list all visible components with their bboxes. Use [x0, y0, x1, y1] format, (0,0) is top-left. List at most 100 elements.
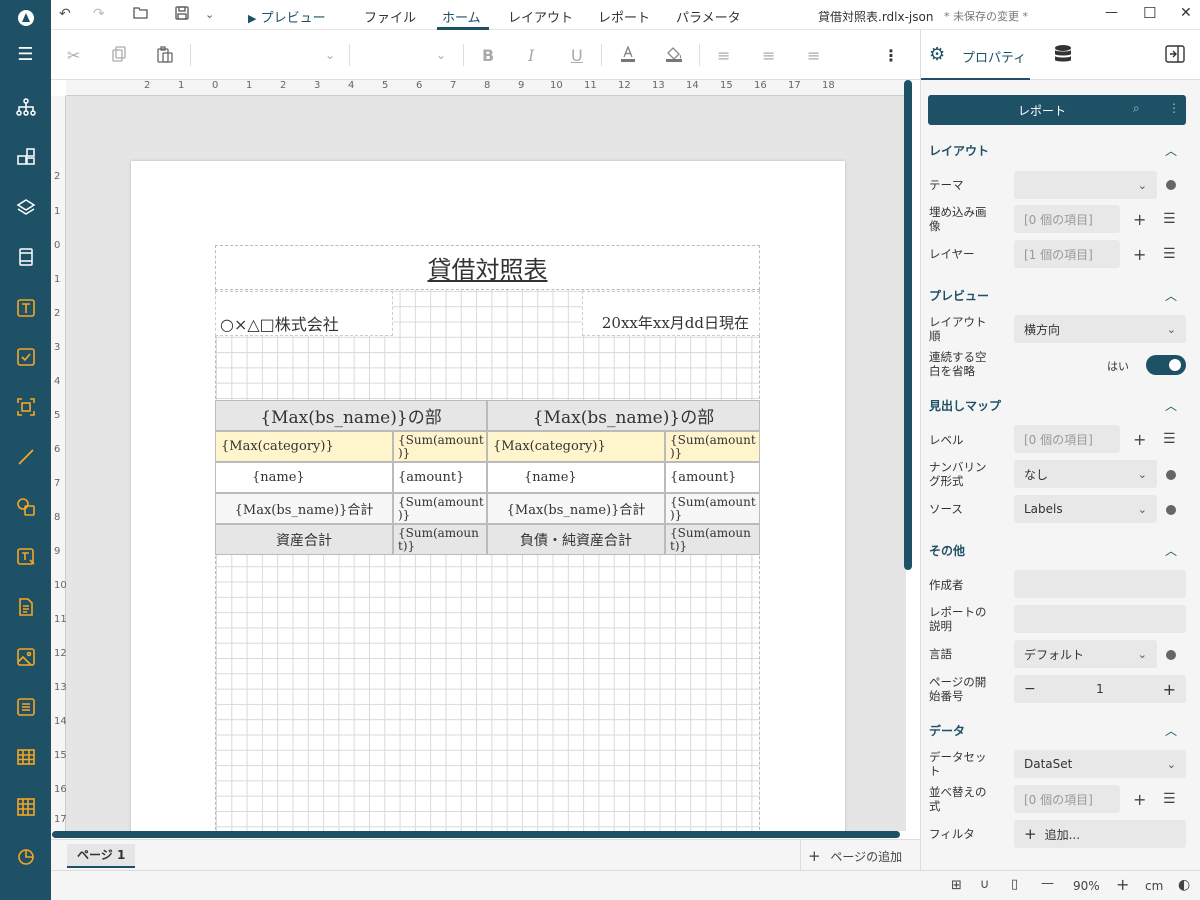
filter-add-button[interactable]: + 追加... [1014, 820, 1186, 848]
description-field[interactable] [1014, 605, 1186, 633]
shape-select-icon[interactable] [12, 393, 39, 420]
database-icon[interactable] [1054, 44, 1072, 67]
menu-file[interactable]: ファイル [364, 7, 416, 26]
page-icon[interactable] [12, 243, 39, 270]
font-color-icon[interactable] [620, 45, 636, 67]
kebab-menu-icon[interactable]: ⋮ [1168, 101, 1180, 115]
name-right-cell[interactable]: {name} [487, 462, 665, 493]
amount-right-cell[interactable]: {amount} [665, 462, 760, 493]
list-icon[interactable] [12, 693, 39, 720]
add-icon[interactable]: + [1133, 210, 1146, 229]
checkbox-icon[interactable] [12, 343, 39, 370]
input-field-icon[interactable] [12, 543, 39, 570]
menu-home[interactable]: ホーム [442, 7, 481, 26]
hierarchy-icon[interactable] [12, 93, 39, 120]
ruler-toggle-icon[interactable]: ▯ [1011, 877, 1018, 892]
source-select[interactable]: Labels ⌄ [1014, 495, 1157, 523]
italic-icon[interactable]: I [528, 46, 534, 65]
header-right-cell[interactable]: {Max(bs_name)}の部 [487, 400, 760, 431]
richtext-icon[interactable] [12, 593, 39, 620]
total-right-cell[interactable]: 負債・純資産合計 [487, 524, 665, 555]
section-layout-title[interactable]: レイアウト [929, 142, 989, 159]
company-textbox[interactable]: ○×△□株式会社 [215, 291, 393, 336]
font-size-dropdown-icon[interactable]: ⌄ [436, 48, 446, 62]
paste-icon[interactable] [157, 46, 173, 67]
chevron-up-icon[interactable]: ︿ [1165, 397, 1177, 414]
sum-right-cell[interactable]: {Sum(amount)} [665, 431, 760, 462]
chevron-up-icon[interactable]: ︿ [1165, 542, 1177, 559]
save-icon[interactable] [175, 6, 189, 24]
cut-icon[interactable]: ✂ [67, 46, 80, 65]
grid-icon[interactable]: ⊞ [951, 878, 962, 893]
unit-label[interactable]: cm [1145, 879, 1163, 893]
redo-icon[interactable]: ↷ [93, 6, 105, 22]
numbering-select[interactable]: なし ⌄ [1014, 460, 1157, 488]
snap-icon[interactable]: ∪ [980, 877, 990, 892]
layout-order-select[interactable]: 横方向 ⌄ [1014, 315, 1186, 343]
embedded-images-field[interactable]: [0 個の項目] [1014, 205, 1120, 233]
add-icon[interactable]: + [1133, 245, 1146, 264]
theme-reset-dot[interactable] [1166, 180, 1176, 190]
totsum-right-cell[interactable]: {Sum(amoun t)} [665, 524, 760, 555]
preview-button[interactable]: ▶ プレビュー [248, 7, 326, 26]
source-reset-dot[interactable] [1166, 505, 1176, 515]
open-folder-icon[interactable] [133, 6, 148, 23]
chevron-up-icon[interactable]: ︿ [1165, 142, 1177, 159]
numbering-reset-dot[interactable] [1166, 470, 1176, 480]
start-page-stepper[interactable]: − 1 + [1014, 675, 1186, 703]
author-field[interactable] [1014, 570, 1186, 598]
amount-left-cell[interactable]: {amount} [393, 462, 487, 493]
save-dropdown-icon[interactable]: ⌄ [205, 8, 214, 21]
layers-field[interactable]: [1 個の項目] [1014, 240, 1120, 268]
components-icon[interactable] [12, 143, 39, 170]
category-right-cell[interactable]: {Max(category)} [487, 431, 665, 462]
minimize-button[interactable]: — [1105, 5, 1118, 20]
align-left-icon[interactable]: ≡ [717, 46, 730, 65]
increment-icon[interactable]: + [1163, 680, 1176, 699]
theme-select[interactable]: ⌄ [1014, 171, 1157, 199]
theme-toggle-icon[interactable]: ◐ [1178, 877, 1190, 893]
line-icon[interactable] [12, 443, 39, 470]
level-field[interactable]: [0 個の項目] [1014, 425, 1120, 453]
shapes-icon[interactable] [12, 493, 39, 520]
total-left-cell[interactable]: 資産合計 [215, 524, 393, 555]
report-page[interactable]: 貸借対照表 ○×△□株式会社 20xx年xx月dd日現在 {Max(bs_nam… [131, 161, 845, 831]
page-tab-1[interactable]: ページ 1 [67, 844, 136, 868]
chart-icon[interactable] [12, 843, 39, 870]
collapse-whitespace-toggle[interactable] [1146, 355, 1186, 375]
header-left-cell[interactable]: {Max(bs_name)}の部 [215, 400, 487, 431]
subtotal-right-cell[interactable]: {Max(bs_name)}合計 [487, 493, 665, 524]
chevron-up-icon[interactable]: ︿ [1165, 722, 1177, 739]
list-edit-icon[interactable]: ☰ [1163, 791, 1176, 807]
add-page-button[interactable]: + ページの追加 [808, 847, 902, 865]
align-center-icon[interactable]: ≡ [762, 46, 775, 65]
design-canvas[interactable]: 貸借対照表 ○×△□株式会社 20xx年xx月dd日現在 {Max(bs_nam… [66, 96, 906, 831]
bold-icon[interactable]: B [482, 46, 494, 65]
totsum-left-cell[interactable]: {Sum(amoun t)} [393, 524, 487, 555]
fill-color-icon[interactable] [665, 46, 683, 67]
more-options-icon[interactable]: ⋮ [883, 46, 899, 65]
menu-layout[interactable]: レイアウト [508, 7, 573, 26]
sort-expr-field[interactable]: [0 個の項目] [1014, 785, 1120, 813]
section-docmap-title[interactable]: 見出しマップ [929, 397, 1001, 414]
report-title-textbox[interactable]: 貸借対照表 [215, 245, 760, 290]
subtotal-left-cell[interactable]: {Max(bs_name)}合計 [215, 493, 393, 524]
list-edit-icon[interactable]: ☰ [1163, 211, 1176, 227]
subsum-right-cell[interactable]: {Sum(amount)} [665, 493, 760, 524]
list-edit-icon[interactable]: ☰ [1163, 431, 1176, 447]
textbox-icon[interactable] [12, 294, 39, 321]
font-family-dropdown-icon[interactable]: ⌄ [325, 48, 335, 62]
menu-parameters[interactable]: パラメータ [676, 7, 741, 26]
close-button[interactable]: ✕ [1180, 5, 1192, 21]
section-other-title[interactable]: その他 [929, 542, 965, 559]
undo-icon[interactable]: ↶ [59, 6, 71, 22]
tablix-icon[interactable] [12, 793, 39, 820]
table-icon[interactable] [12, 743, 39, 770]
report-selector[interactable]: レポート ⌕ ⋮ [928, 95, 1186, 125]
horizontal-scrollbar[interactable] [52, 831, 900, 838]
language-select[interactable]: デフォルト ⌄ [1014, 640, 1157, 668]
image-icon[interactable] [12, 643, 39, 670]
sum-left-cell[interactable]: {Sum(amount)} [393, 431, 487, 462]
dataset-select[interactable]: DataSet ⌄ [1014, 750, 1186, 778]
vertical-scrollbar[interactable] [904, 80, 912, 570]
